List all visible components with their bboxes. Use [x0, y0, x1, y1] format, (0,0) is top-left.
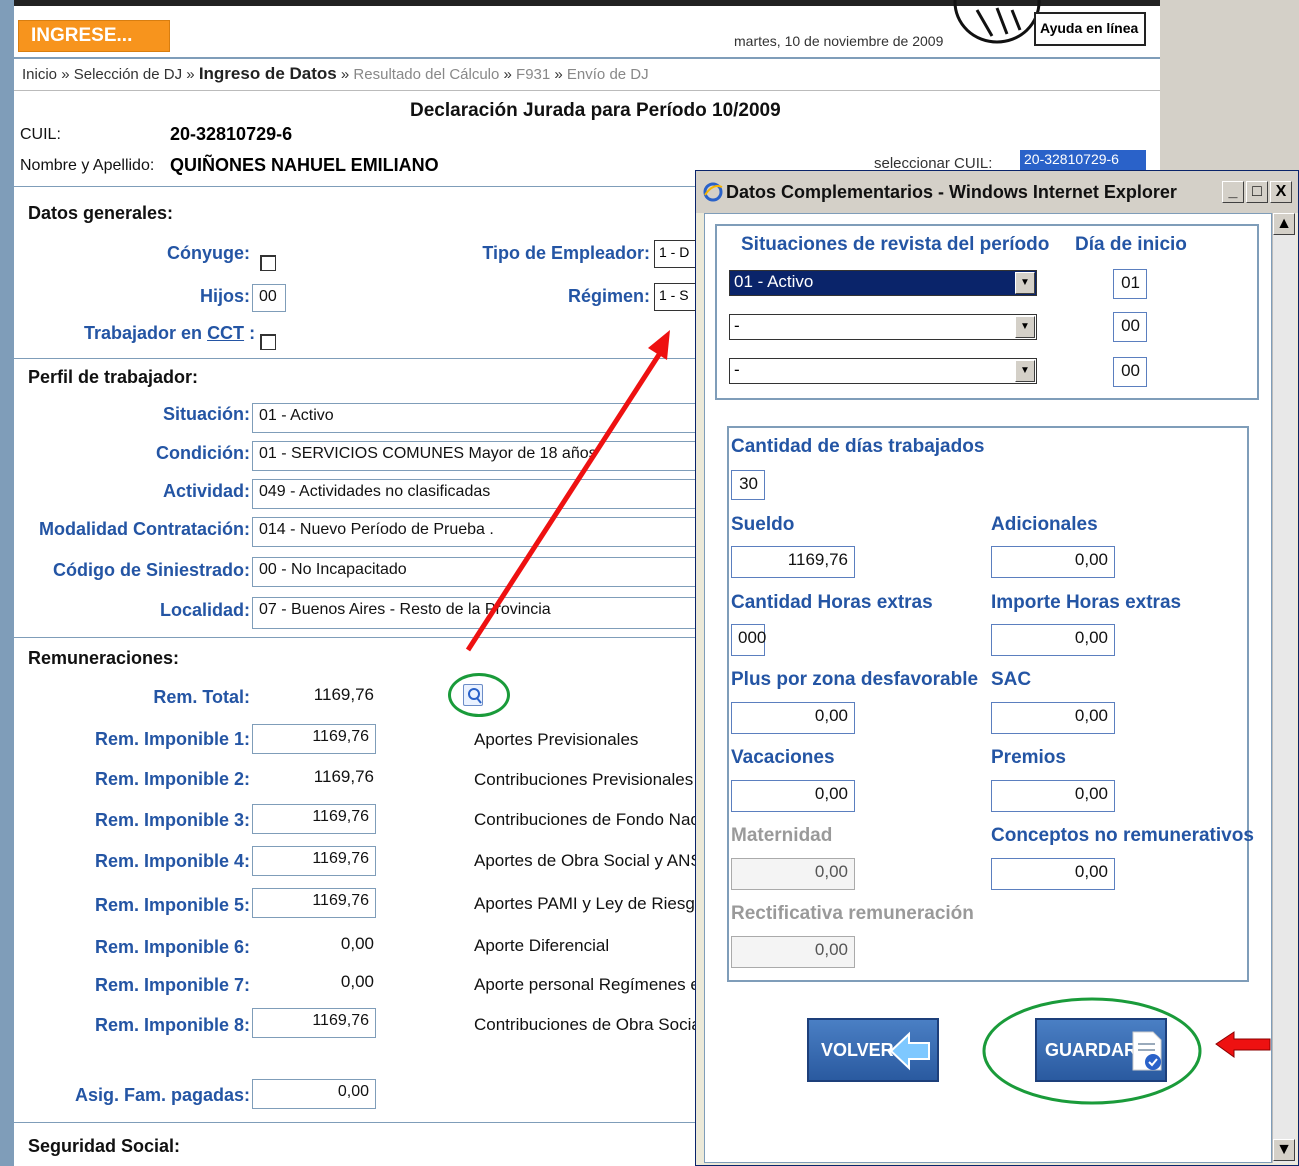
annotation-red-arrow-left — [1215, 1031, 1271, 1058]
annotation-green-circle-large — [982, 997, 1202, 1105]
annotation-red-arrow-line — [465, 348, 665, 652]
annotation-overlay — [465, 330, 1271, 1105]
